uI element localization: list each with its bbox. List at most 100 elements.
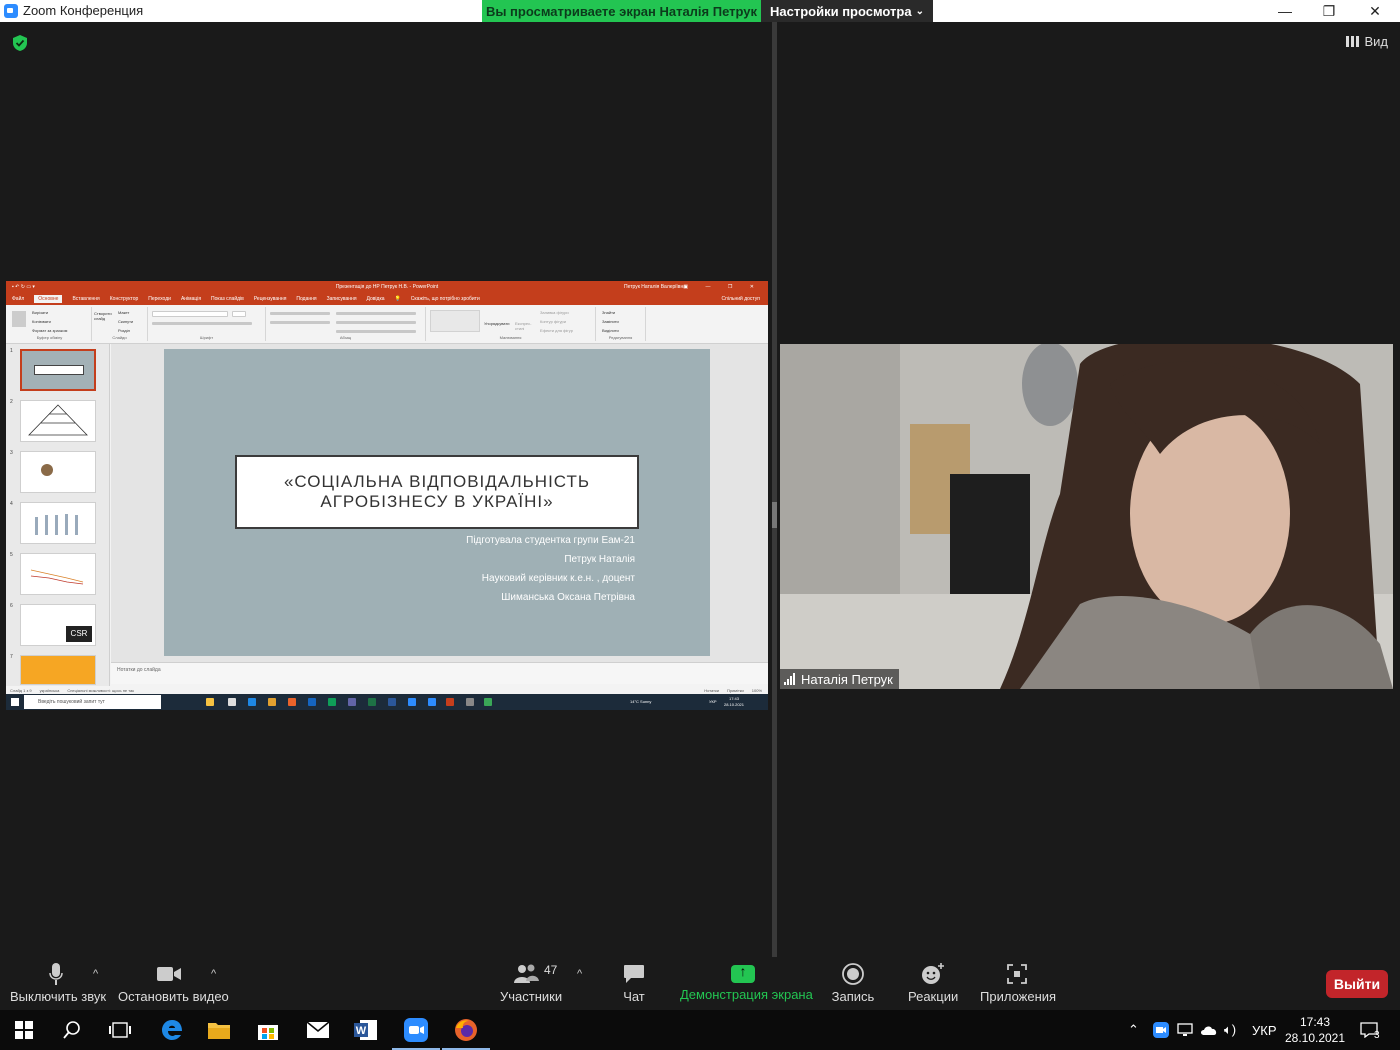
font-name-select[interactable] bbox=[152, 311, 228, 317]
notification-count: 3 bbox=[1374, 1029, 1380, 1041]
align-text-buttons[interactable] bbox=[336, 321, 416, 324]
align-buttons[interactable] bbox=[270, 321, 330, 324]
smartart-button[interactable] bbox=[336, 330, 416, 333]
ppt-tab[interactable]: Файл bbox=[12, 296, 24, 302]
chevron-up-icon: ⌃ bbox=[1128, 1022, 1139, 1037]
quick-styles-button[interactable]: Експрес-стилі bbox=[515, 321, 533, 331]
ppt-tab[interactable]: Вставлення bbox=[72, 296, 99, 302]
slide-title[interactable]: «СОЦІАЛЬНА ВІДПОВІДАЛЬНІСТЬ АГРОБІЗНЕСУ … bbox=[235, 455, 639, 529]
replace-button[interactable]: Замінити bbox=[602, 317, 619, 326]
task-view-button[interactable] bbox=[106, 1018, 134, 1042]
apps-button[interactable]: Приложения bbox=[980, 963, 1057, 1004]
mail-taskbar-button[interactable] bbox=[304, 1018, 332, 1042]
slide-thumb[interactable] bbox=[20, 553, 96, 595]
ppt-tab[interactable]: Анімація bbox=[181, 296, 201, 302]
ppt-tab[interactable]: Конструктор bbox=[110, 296, 139, 302]
slide-thumb[interactable]: CSR bbox=[20, 604, 96, 646]
onedrive-tray-icon[interactable] bbox=[1200, 1010, 1218, 1050]
arrange-button[interactable]: Упорядкувати bbox=[484, 321, 510, 326]
select-button[interactable]: Виділити bbox=[602, 326, 619, 335]
current-slide[interactable]: «СОЦІАЛЬНА ВІДПОВІДАЛЬНІСТЬ АГРОБІЗНЕСУ … bbox=[164, 349, 710, 656]
ppt-tab[interactable]: Довідка bbox=[367, 296, 385, 302]
ppt-tab-active[interactable]: Основне bbox=[34, 295, 63, 303]
minimize-button[interactable]: — bbox=[1262, 0, 1308, 22]
audio-options-chevron-icon[interactable]: ^ bbox=[93, 968, 98, 980]
font-format-buttons[interactable] bbox=[152, 322, 252, 325]
close-button[interactable]: ✕ bbox=[1352, 0, 1398, 22]
notification-center-button[interactable]: 3 bbox=[1360, 1010, 1380, 1050]
slide-thumb[interactable] bbox=[20, 400, 96, 442]
copy-button[interactable]: Копіювати bbox=[32, 317, 67, 326]
zoom-tray-icon[interactable] bbox=[1153, 1010, 1169, 1050]
zoom-taskbar-button[interactable] bbox=[392, 1018, 440, 1050]
slide-thumb[interactable] bbox=[20, 502, 96, 544]
participants-options-chevron-icon[interactable]: ^ bbox=[577, 968, 582, 980]
apps-label: Приложения bbox=[980, 989, 1057, 1004]
firefox-taskbar-button[interactable] bbox=[442, 1018, 490, 1050]
ppt-share[interactable]: Спільний доступ bbox=[722, 296, 760, 302]
ppt-tell-me[interactable]: Скажіть, що потрібно зробити bbox=[411, 296, 480, 302]
shape-fill-button[interactable]: Заливка фігури bbox=[540, 308, 573, 317]
chat-button[interactable]: Чат bbox=[615, 963, 653, 1004]
edge-taskbar-button[interactable] bbox=[158, 1018, 186, 1042]
slide-subtitle-line: Науковий керівник к.е.н. , доцент bbox=[481, 573, 635, 584]
file-explorer-taskbar-button[interactable] bbox=[205, 1018, 233, 1042]
taskbar-clock[interactable]: 17:43 28.10.2021 bbox=[1283, 1014, 1347, 1046]
stop-video-button[interactable]: Остановить видео bbox=[118, 963, 229, 1004]
view-button[interactable]: Вид bbox=[1346, 34, 1388, 49]
ppt-tab[interactable]: Рецензування bbox=[254, 296, 287, 302]
record-button[interactable]: Запись bbox=[830, 963, 876, 1004]
reactions-button[interactable]: Реакции bbox=[908, 963, 958, 1004]
store-taskbar-button[interactable] bbox=[254, 1018, 282, 1042]
status-notes-button[interactable]: Нотатки bbox=[704, 688, 719, 693]
shapes-gallery[interactable] bbox=[430, 310, 480, 332]
slide-notes[interactable]: Нотатки до слайда bbox=[111, 662, 768, 684]
status-comments-button[interactable]: Примітки bbox=[727, 688, 744, 693]
participant-video[interactable]: Наталія Петрук bbox=[780, 344, 1393, 689]
participants-button[interactable]: 47 Участники bbox=[500, 963, 562, 1004]
view-options-button[interactable]: Настройки просмотра ⌄ bbox=[761, 0, 933, 22]
encryption-shield-icon[interactable] bbox=[12, 34, 28, 52]
share-screen-button[interactable]: Демонстрация экрана bbox=[680, 963, 813, 1002]
slide-thumbnails: 1 2 3 4 5 6 CSR 7 bbox=[6, 344, 110, 686]
font-size-select[interactable] bbox=[232, 311, 246, 317]
clock-date: 28.10.2021 bbox=[1284, 1031, 1346, 1045]
cut-button[interactable]: Вирізати bbox=[32, 308, 67, 317]
ppt-tab[interactable]: Подання bbox=[296, 296, 316, 302]
text-direction-buttons[interactable] bbox=[336, 312, 416, 315]
slide-thumb[interactable] bbox=[20, 655, 96, 685]
status-zoom[interactable]: 100% bbox=[752, 688, 762, 693]
show-hidden-icons-button[interactable]: ⌃ bbox=[1128, 1010, 1139, 1050]
slide-thumb[interactable] bbox=[20, 451, 96, 493]
find-button[interactable]: Знайти bbox=[602, 308, 619, 317]
ppt-tab[interactable]: Показ слайдів bbox=[211, 296, 244, 302]
language-indicator[interactable]: УКР bbox=[1252, 1010, 1277, 1050]
format-painter-button[interactable]: Формат за зразком bbox=[32, 326, 67, 335]
layout-button[interactable]: Макет bbox=[118, 308, 133, 317]
mute-button[interactable]: Выключить звук bbox=[10, 963, 106, 1004]
slide-thumb[interactable] bbox=[20, 349, 96, 391]
section-button[interactable]: Розділ bbox=[118, 326, 133, 335]
list-buttons[interactable] bbox=[270, 312, 330, 315]
network-tray-icon[interactable] bbox=[1177, 1010, 1193, 1050]
shape-effects-button[interactable]: Ефекти для фігур bbox=[540, 326, 573, 335]
shared-powerpoint-window[interactable]: ▪ ↶ ↻ ▭ ▾ Презентація до НР Петрук Н.В. … bbox=[6, 281, 768, 710]
ribbon-group-label: Абзац bbox=[339, 335, 352, 340]
leave-meeting-button[interactable]: Выйти bbox=[1326, 970, 1388, 998]
volume-tray-icon[interactable]: 🔈︎) bbox=[1224, 1010, 1236, 1050]
paste-icon[interactable] bbox=[12, 311, 26, 327]
shape-outline-button[interactable]: Контур фігури bbox=[540, 317, 573, 326]
shared-outlook-icon bbox=[308, 698, 316, 706]
start-button[interactable] bbox=[10, 1018, 38, 1042]
shared-store-icon bbox=[268, 698, 276, 706]
status-accessibility[interactable]: Спеціальні можливості: щось не так bbox=[67, 688, 134, 693]
word-taskbar-button[interactable]: W bbox=[352, 1018, 380, 1042]
reset-button[interactable]: Скинути bbox=[118, 317, 133, 326]
new-slide-button[interactable]: Створити слайд bbox=[94, 311, 114, 321]
ppt-tab[interactable]: Переходи bbox=[148, 296, 171, 302]
shared-search-box: Введіть пошуковий запит тут bbox=[24, 695, 161, 709]
restore-button[interactable]: ❐ bbox=[1306, 0, 1352, 22]
video-options-chevron-icon[interactable]: ^ bbox=[211, 968, 216, 980]
search-button[interactable] bbox=[58, 1018, 86, 1042]
ppt-tab[interactable]: Записування bbox=[327, 296, 357, 302]
